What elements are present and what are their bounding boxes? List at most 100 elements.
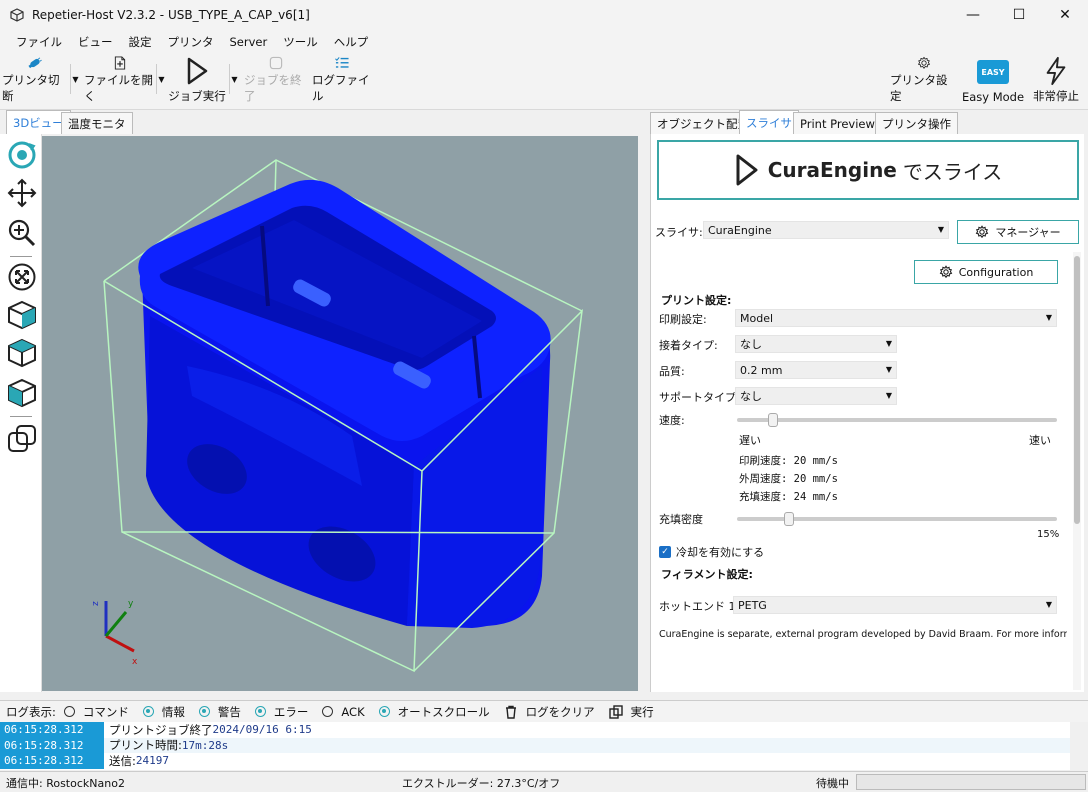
slice-engine-name: CuraEngine [767,158,897,182]
slicer-scrollbar[interactable] [1073,252,1081,690]
model-scene: z x y [91,159,584,673]
tab-temperature-monitor[interactable]: 温度モニタ [61,112,133,134]
log-option-error[interactable]: エラー [254,704,309,720]
3d-viewport[interactable]: z x y [42,136,638,691]
log-option-label: 警告 [217,704,241,719]
speed-slider[interactable] [737,418,1057,422]
disconnect-label: プリンタ切断 [2,73,60,103]
print-speed-text: 印刷速度: 20 mm/s [739,455,838,467]
quality-select[interactable]: 0.2 mm ▼ [735,361,897,379]
profile-select[interactable]: Model ▼ [735,309,1057,327]
run-job-label: ジョブ実行 [168,89,226,103]
close-button[interactable]: ✕ [1042,0,1088,30]
log-list[interactable]: 06:15:28.312 プリントジョブ終了 2024/09/16 6:15 06… [0,722,1070,770]
move-view-button[interactable] [7,178,37,208]
front-view-button[interactable] [7,338,37,368]
log-file-button[interactable]: ログファイル [312,56,372,108]
speed-slow-label: 遅い [739,434,761,447]
log-option-label: エラー [273,704,309,719]
curaengine-note: CuraEngine is separate, external program… [659,629,1067,640]
clear-log-button[interactable]: ログをクリア [504,704,595,720]
hotend-filament-select[interactable]: PETG ▼ [733,596,1057,614]
parallel-view-button[interactable] [7,424,37,454]
tab-printer-control[interactable]: プリンタ操作 [875,112,958,134]
infill-slider-thumb[interactable] [783,512,794,526]
chevron-down-icon: ▼ [885,339,892,348]
scrollbar-thumb[interactable] [1074,256,1080,524]
log-scrollbar[interactable] [1072,722,1088,770]
connection-status: 通信中: RostockNano2 [6,777,125,790]
cube-top-icon [8,378,36,408]
top-view-button[interactable] [7,378,37,408]
stop-icon [269,56,283,70]
disconnect-button[interactable]: プリンタ切断 [2,56,68,108]
cooling-checkbox[interactable]: ✓ 冷却を有効にする [659,544,764,560]
list-check-icon [335,57,349,68]
end-job-button[interactable]: ジョブを終了 [244,56,308,108]
overlap-squares-icon [8,425,36,452]
emergency-stop-button[interactable]: 非常停止 [1028,56,1084,108]
manager-button[interactable]: マネージャー [957,220,1079,244]
log-message: 送信: [109,753,136,768]
log-time: 06:15:28.312 [0,737,104,753]
menu-file[interactable]: ファイル [8,34,70,50]
tools-divider [10,256,32,257]
tab-slicer[interactable]: スライサ [739,110,799,134]
slicer-select[interactable]: CuraEngine ▼ [703,221,949,239]
printer-state: 待機中 [816,777,849,790]
run-job-button[interactable]: ジョブ実行 [168,56,226,108]
log-filter-bar: ログ表示: コマンド 情報 警告 エラー ACK オートスクロール ログをクリア… [0,700,1088,722]
run-job-dropdown-arrow[interactable]: ▼ [229,64,239,94]
log-option-info[interactable]: 情報 [142,704,185,720]
run-log-label: 実行 [630,704,654,719]
menu-tools[interactable]: ツール [275,34,326,50]
menu-settings[interactable]: 設定 [121,34,160,50]
adhesion-select[interactable]: なし ▼ [735,335,897,353]
iso-view-button[interactable] [7,300,37,330]
window-title: Repetier-Host V2.3.2 - USB_TYPE_A_CAP_v6… [32,8,310,22]
log-option-warning[interactable]: 警告 [198,704,241,720]
rotate-icon [8,141,36,169]
menu-printer[interactable]: プリンタ [160,34,222,50]
slicer-label: スライサ: [655,226,703,239]
support-select-value: なし [740,390,762,403]
title-bar: Repetier-Host V2.3.2 - USB_TYPE_A_CAP_v6… [0,0,1088,30]
infill-label: 充填密度 [659,513,703,526]
easy-mode-label: Easy Mode [961,90,1025,104]
copy-icon [608,704,623,719]
open-file-button[interactable]: ファイルを開く [84,56,156,108]
run-log-button[interactable]: 実行 [608,704,654,720]
maximize-button[interactable]: ☐ [996,0,1042,30]
chevron-down-icon: ▼ [885,391,892,400]
slice-button[interactable]: CuraEngine でスライス [657,140,1079,200]
support-select[interactable]: なし ▼ [735,387,897,405]
disconnect-dropdown-arrow[interactable]: ▼ [70,64,80,94]
open-file-dropdown-arrow[interactable]: ▼ [156,64,166,94]
chevron-down-icon: ▼ [885,365,892,374]
speed-slider-thumb[interactable] [768,413,778,427]
profile-select-value: Model [740,311,774,325]
rotate-view-button[interactable] [7,140,37,170]
tab-print-preview[interactable]: Print Preview [793,112,882,134]
radio-checked-icon [254,706,266,717]
status-bar: 通信中: RostockNano2 エクストルーダー: 27.3°C/オフ 待機… [0,771,1088,792]
printer-settings-button[interactable]: プリンタ設定 [890,56,958,108]
log-row: 06:15:28.312 プリント時間: 17m:28s [0,737,1070,753]
manager-button-label: マネージャー [995,226,1061,239]
plug-icon [28,57,42,69]
log-option-ack[interactable]: ACK [322,705,365,719]
zoom-view-button[interactable] [7,218,37,248]
menu-server[interactable]: Server [222,35,276,49]
speed-fast-label: 速い [1029,434,1051,447]
slicer-panel: CuraEngine でスライス スライサ: CuraEngine ▼ マネージャ… [650,134,1084,692]
configuration-button[interactable]: Configuration [914,260,1058,284]
log-option-command[interactable]: コマンド [63,704,129,720]
log-option-autoscroll[interactable]: オートスクロール [378,704,490,720]
log-value: 17m:28s [181,738,229,752]
tools-divider-2 [10,416,32,417]
fit-view-button[interactable] [7,262,37,292]
minimize-button[interactable]: — [950,0,996,30]
menu-help[interactable]: ヘルプ [326,34,377,50]
menu-view[interactable]: ビュー [70,34,121,50]
easy-mode-button[interactable]: EASY Easy Mode [960,56,1026,108]
